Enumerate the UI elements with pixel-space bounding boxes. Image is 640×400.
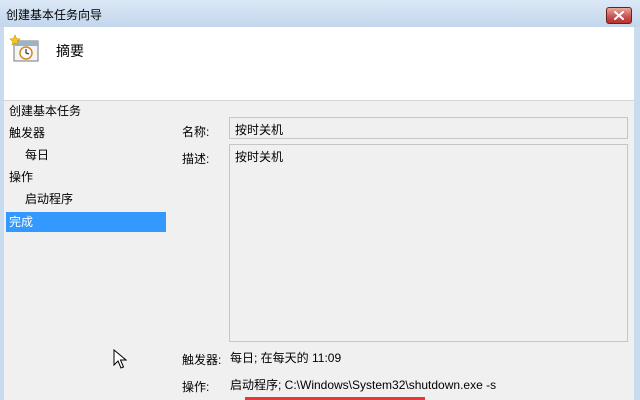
nav-item-label: 操作: [9, 170, 34, 184]
wizard-header: 摘要: [4, 27, 634, 101]
description-label: 描述:: [182, 152, 210, 166]
trigger-value: 每日; 在每天的 11:09: [230, 351, 342, 365]
nav-item-daily[interactable]: 每日: [25, 145, 164, 165]
nav-item-label: 触发器: [9, 126, 46, 140]
nav-item-start-program[interactable]: 启动程序: [25, 189, 164, 209]
nav-item-create-basic-task[interactable]: 创建基本任务: [9, 101, 164, 121]
action-value: 启动程序; C:\Windows\System32\shutdown.exe -…: [230, 378, 497, 392]
close-button[interactable]: [606, 7, 632, 24]
nav-item-label: 启动程序: [25, 192, 74, 206]
name-label: 名称:: [182, 125, 210, 139]
name-field[interactable]: 按时关机: [229, 117, 628, 139]
close-icon: [614, 11, 624, 20]
description-field[interactable]: 按时关机: [229, 144, 628, 342]
window-title: 创建基本任务向导: [6, 8, 103, 22]
nav-item-trigger[interactable]: 触发器: [9, 123, 164, 143]
nav-item-finish[interactable]: 完成: [6, 212, 166, 232]
page-title: 摘要: [56, 43, 84, 59]
nav-item-action[interactable]: 操作: [9, 167, 164, 187]
task-clock-icon: [9, 34, 39, 62]
name-value: 按时关机: [235, 123, 284, 137]
nav-item-label: 每日: [25, 148, 50, 162]
description-value: 按时关机: [235, 150, 284, 164]
nav-item-label: 创建基本任务: [9, 104, 82, 118]
title-bar: 创建基本任务向导: [0, 0, 640, 27]
mouse-cursor-icon: [113, 349, 127, 369]
wizard-step-list: 创建基本任务 触发器 每日 操作 启动程序 完成: [4, 101, 169, 400]
wizard-client: 摘要 创建基本任务 触发器 每日 操作 启动程序 完成 名称: 按时关机 描述:…: [4, 27, 634, 400]
action-label: 操作:: [182, 380, 210, 394]
trigger-label: 触发器:: [182, 353, 222, 367]
nav-item-label: 完成: [9, 215, 34, 229]
